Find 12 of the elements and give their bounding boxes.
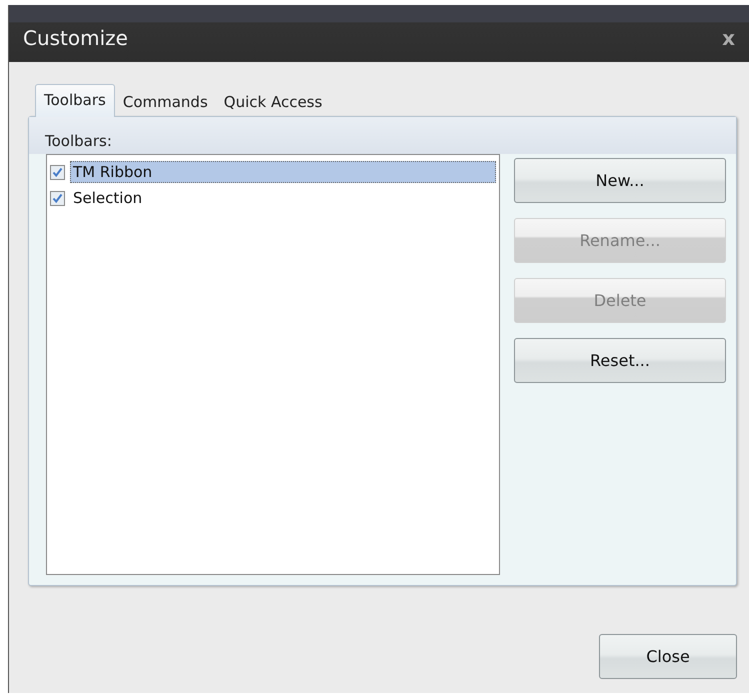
tab[interactable]: Quick Access	[216, 89, 330, 116]
list-item[interactable]: TM Ribbon	[70, 161, 496, 183]
list-item[interactable]: Selection	[70, 187, 496, 209]
action-button[interactable]: Reset...	[514, 338, 726, 383]
tab[interactable]: Toolbars	[35, 84, 115, 117]
close-button[interactable]: Close	[599, 634, 737, 679]
tab[interactable]: Commands	[114, 89, 216, 116]
window-title: Customize	[23, 26, 128, 50]
checkbox[interactable]	[50, 190, 65, 206]
checkbox[interactable]	[50, 164, 65, 180]
action-button[interactable]: New...	[514, 158, 726, 203]
group-label: Toolbars:	[45, 132, 112, 150]
